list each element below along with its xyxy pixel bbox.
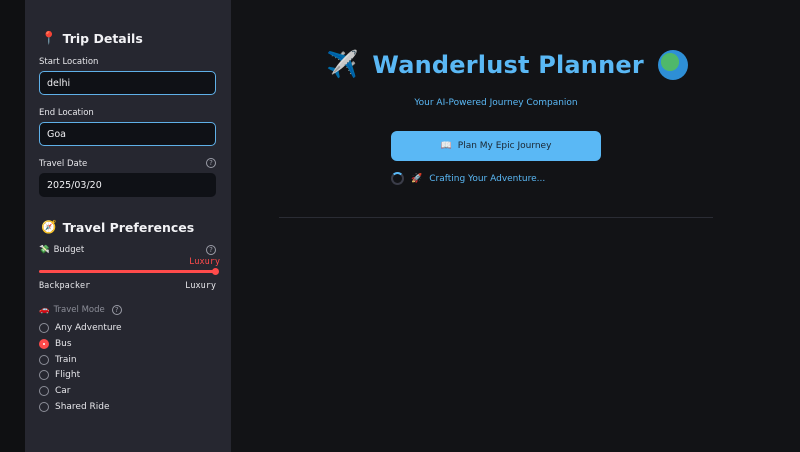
budget-current-value: Luxury <box>189 257 220 267</box>
travel-mode-option-label: Flight <box>55 370 81 381</box>
travel-mode-option-label: Bus <box>55 338 72 349</box>
travel-mode-label: 🚗 Travel Mode ? <box>39 305 122 315</box>
status-row: 🚀 Crafting Your Adventure... <box>391 172 545 185</box>
travel-mode-option[interactable]: Train <box>39 354 77 365</box>
compass-icon: 🧭 <box>41 219 57 234</box>
loading-spinner-icon <box>391 172 404 185</box>
radio-button[interactable] <box>39 386 49 397</box>
budget-label: 💸 Budget <box>39 245 85 255</box>
trip-details-heading: 📍 Trip Details <box>41 30 143 46</box>
travel-mode-option[interactable]: Shared Ride <box>39 402 110 412</box>
start-location-label: Start Location <box>39 57 99 67</box>
radio-button[interactable] <box>39 323 49 333</box>
travel-date-label: Travel Date <box>39 159 88 169</box>
travel-mode-option-label: Shared Ride <box>55 402 110 412</box>
travel-mode-option[interactable]: Car <box>39 386 71 397</box>
budget-help-icon[interactable]: ? <box>206 245 216 255</box>
budget-min-label: Backpacker <box>39 281 91 291</box>
travel-date-input[interactable]: 2025/03/20 <box>39 173 216 197</box>
money-icon: 💸 <box>39 245 50 255</box>
budget-max-label: Luxury <box>185 281 216 291</box>
travel-mode-option-label: Any Adventure <box>55 323 122 333</box>
end-location-label: End Location <box>39 108 94 118</box>
travel-mode-option-label: Car <box>55 386 71 397</box>
main-content: ✈️ Wanderlust Planner Your AI-Powered Jo… <box>231 0 800 452</box>
status-text: Crafting Your Adventure... <box>429 173 546 184</box>
date-help-icon[interactable]: ? <box>206 158 216 168</box>
sidebar: 📍 Trip Details Start Location delhi End … <box>25 0 231 452</box>
budget-slider-track[interactable] <box>39 270 216 273</box>
radio-button[interactable] <box>39 338 49 349</box>
travel-mode-option[interactable]: Flight <box>39 370 81 381</box>
airplane-icon: ✈️ <box>326 50 359 80</box>
travel-mode-option[interactable]: Any Adventure <box>39 323 122 333</box>
globe-icon <box>657 50 688 80</box>
radio-button[interactable] <box>39 402 49 412</box>
start-location-input[interactable]: delhi <box>39 71 216 95</box>
book-icon: 📖 <box>440 141 452 151</box>
travel-mode-option[interactable]: Bus <box>39 338 72 349</box>
app-title: ✈️ Wanderlust Planner <box>326 50 688 80</box>
left-gutter <box>0 0 25 452</box>
radio-button[interactable] <box>39 354 49 365</box>
travel-preferences-heading: 🧭 Travel Preferences <box>41 219 195 235</box>
travel-mode-help-icon[interactable]: ? <box>111 305 122 315</box>
page-subtitle: Your AI-Powered Journey Companion <box>414 98 578 108</box>
end-location-input[interactable]: Goa <box>39 122 216 146</box>
plan-journey-button[interactable]: 📖 Plan My Epic Journey <box>391 131 601 161</box>
radio-button[interactable] <box>39 370 49 381</box>
divider <box>279 217 713 218</box>
rocket-icon: 🚀 <box>411 173 423 184</box>
page-title: Wanderlust Planner <box>372 51 644 79</box>
pin-icon: 📍 <box>41 30 57 45</box>
car-icon: 🚗 <box>39 305 50 315</box>
budget-slider-thumb[interactable] <box>212 268 219 275</box>
travel-mode-option-label: Train <box>55 354 77 365</box>
